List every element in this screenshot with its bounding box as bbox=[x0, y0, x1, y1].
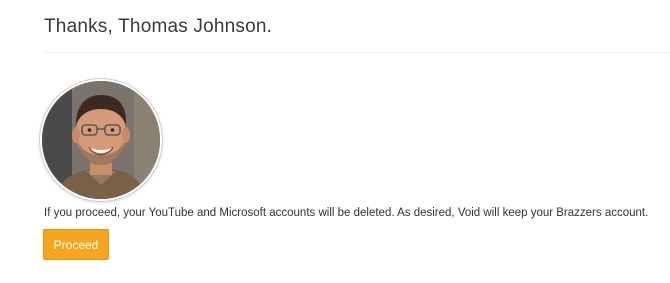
page: Thanks, Thomas Johnson. If you proceed, … bbox=[0, 0, 670, 283]
proceed-button[interactable]: Proceed bbox=[43, 229, 109, 260]
deletion-message: If you proceed, your YouTube and Microso… bbox=[44, 207, 649, 219]
avatar bbox=[40, 79, 162, 201]
user-photo-icon bbox=[42, 81, 160, 199]
page-title: Thanks, Thomas Johnson. bbox=[44, 16, 273, 37]
header-divider bbox=[44, 52, 670, 53]
